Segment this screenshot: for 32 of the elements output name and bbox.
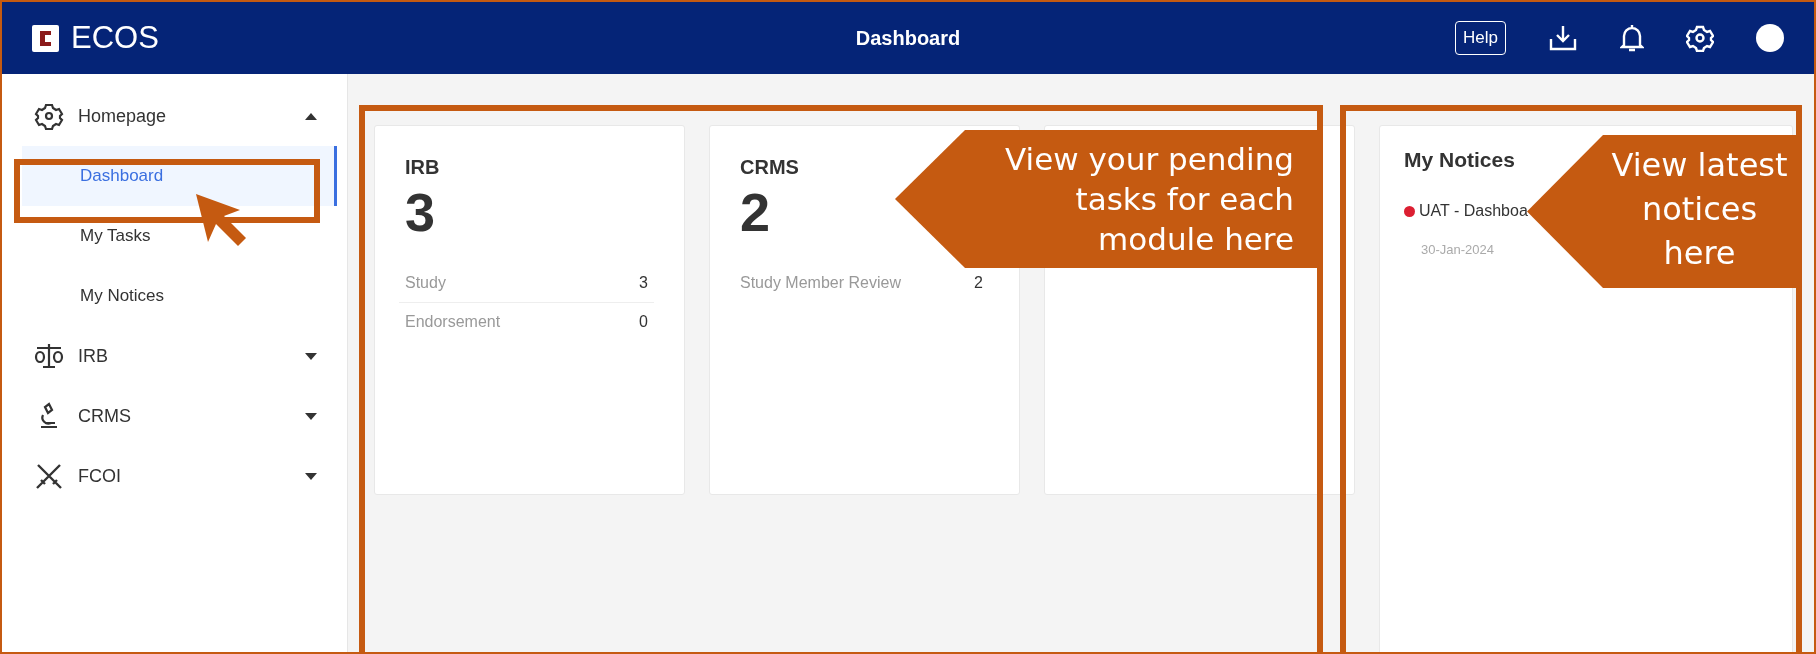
sidebar-item-label: Homepage [78, 105, 167, 127]
scale-icon [34, 342, 64, 370]
card-title: IRB [405, 156, 441, 179]
task-value: 3 [639, 274, 648, 293]
sidebar-item[interactable]: CRMS [2, 386, 347, 446]
task-value: 2 [974, 274, 983, 293]
logo-icon [32, 24, 59, 52]
task-count: 2 [740, 183, 772, 243]
sidebar-subitem[interactable]: My Notices [22, 266, 337, 326]
download-icon[interactable] [1548, 24, 1578, 52]
sidebar-item-label: CRMS [78, 405, 131, 427]
task-value: 0 [639, 313, 648, 332]
sidebar-item[interactable]: Homepage [2, 86, 347, 146]
notice-title[interactable]: UAT - Dashboa [1419, 202, 1528, 220]
bell-icon[interactable] [1620, 23, 1644, 53]
sidebar-item[interactable]: FCOI [2, 446, 347, 506]
notice-date: 30-Jan-2024 [1421, 242, 1494, 257]
sidebar-subitem[interactable]: My Tasks [22, 206, 337, 266]
page-title: Dashboard [855, 26, 961, 50]
app-name: ECOS [71, 20, 159, 56]
sidebar-item-label: IRB [78, 345, 108, 367]
settings-icon[interactable] [1686, 24, 1714, 52]
avatar-circle[interactable] [1756, 24, 1784, 52]
help-button[interactable]: Help [1455, 21, 1506, 55]
card-title: CRMS [740, 156, 800, 179]
callout: View your pending tasks for each module here [895, 130, 1320, 268]
crossed-swords-icon [34, 462, 64, 490]
sidebar-item-label: FCOI [78, 465, 121, 487]
task-count: 3 [405, 183, 437, 243]
gear-icon [34, 102, 64, 130]
card-title: My Notices [1404, 148, 1515, 172]
sidebar-item[interactable]: IRB [2, 326, 347, 386]
